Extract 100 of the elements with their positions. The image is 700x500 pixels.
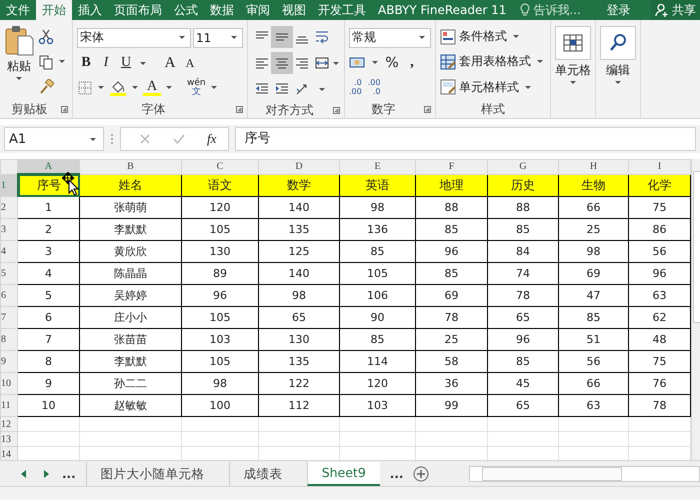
font-size-dropdown[interactable]: 11	[193, 28, 243, 48]
row-header[interactable]: 13	[0, 432, 18, 446]
tell-me-field[interactable]: 告诉我...	[520, 0, 600, 20]
column-header[interactable]: A	[18, 160, 80, 174]
cells-button[interactable]: 单元格	[555, 24, 591, 100]
ribbon-tab[interactable]: 视图	[276, 0, 312, 20]
ribbon-tab[interactable]: 开始	[36, 0, 72, 20]
row-header[interactable]: 5	[0, 262, 18, 284]
ribbon-tab[interactable]: 开发工具	[312, 0, 372, 20]
decrease-decimal-button[interactable]: .00 .0	[368, 78, 380, 96]
dialog-launcher-icon[interactable]	[61, 106, 68, 112]
ribbon-tab[interactable]: 数据	[204, 0, 240, 20]
row-header[interactable]: 3	[0, 218, 18, 240]
dialog-launcher-icon[interactable]	[424, 106, 431, 112]
caret-icon[interactable]	[513, 35, 519, 38]
ribbon-tab[interactable]: 页面布局	[108, 0, 168, 20]
more-sheets-button[interactable]: ...	[62, 466, 76, 480]
caret-icon[interactable]	[231, 36, 237, 39]
editing-button[interactable]: 编辑	[600, 24, 636, 100]
merge-cells-icon[interactable]	[314, 55, 330, 71]
column-header[interactable]: G	[488, 160, 558, 174]
cell-styles-button[interactable]: 单元格样式	[440, 78, 534, 96]
row-header[interactable]: 7	[0, 306, 18, 328]
column-header[interactable]: E	[340, 160, 416, 174]
format-as-table-button[interactable]: 套用表格格式	[440, 53, 546, 70]
add-sheet-icon[interactable]	[413, 466, 430, 482]
caret-icon[interactable]	[132, 86, 138, 89]
scissors-icon[interactable]	[38, 28, 54, 45]
more-sheets-button[interactable]: ...	[390, 466, 404, 480]
borders-icon[interactable]	[77, 80, 93, 96]
conditional-formatting-button[interactable]: 条件格式	[440, 28, 522, 46]
grip-icon	[110, 133, 114, 145]
row-header[interactable]: 4	[0, 240, 18, 262]
comma-button[interactable]: ,	[403, 54, 421, 71]
lightbulb-icon	[520, 3, 530, 17]
sign-in-link[interactable]: 登录	[600, 0, 636, 20]
phonetic-button[interactable]: wén 文	[187, 78, 206, 96]
caret-icon[interactable]	[179, 36, 185, 39]
number-format-dropdown[interactable]: 常规	[349, 28, 431, 48]
ribbon-tab[interactable]: 文件	[0, 0, 36, 20]
column-header[interactable]: C	[182, 160, 258, 174]
insert-function-button[interactable]: fx	[207, 131, 216, 147]
sheet-tab[interactable]: Sheet9	[306, 462, 380, 486]
column-header[interactable]: I	[628, 160, 690, 174]
horizontal-scrollbar[interactable]	[469, 466, 700, 482]
caret-icon[interactable]	[419, 36, 425, 40]
row-header[interactable]: 12	[0, 416, 18, 432]
caret-icon[interactable]	[16, 77, 22, 80]
caret-icon[interactable]	[59, 60, 65, 64]
row-header[interactable]: 14	[0, 446, 18, 460]
font-name-dropdown[interactable]: 宋体	[77, 28, 191, 48]
column-header[interactable]: B	[80, 160, 182, 174]
share-button[interactable]: 共享	[651, 0, 700, 20]
row-header[interactable]: 2	[0, 196, 18, 218]
check-icon[interactable]	[173, 133, 185, 145]
ribbon-tab[interactable]: ABBYY FineReader 11	[372, 0, 512, 20]
caret-icon[interactable]	[570, 81, 576, 84]
row-header[interactable]: 9	[0, 350, 18, 372]
align-center-icon[interactable]	[274, 55, 290, 71]
caret-icon[interactable]	[210, 86, 217, 89]
italic-button[interactable]: I	[97, 55, 115, 71]
middle-align-icon[interactable]	[274, 29, 290, 45]
dialog-launcher-icon[interactable]	[333, 107, 340, 114]
vertical-scrollbar[interactable]	[691, 159, 700, 460]
percent-button[interactable]: %	[383, 54, 401, 71]
caret-icon[interactable]	[333, 62, 339, 64]
fill-bucket-icon[interactable]	[109, 80, 127, 96]
caret-icon[interactable]	[525, 86, 531, 89]
bold-button[interactable]: B	[77, 55, 95, 71]
ribbon-tab[interactable]: 公式	[168, 0, 204, 20]
row-header[interactable]: 11	[0, 394, 18, 416]
column-header[interactable]: H	[558, 160, 628, 174]
row-header[interactable]: 1	[0, 174, 18, 196]
wrap-text-icon[interactable]	[314, 29, 330, 45]
caret-icon[interactable]	[372, 61, 378, 64]
paste-button[interactable]: 粘贴	[4, 24, 34, 100]
caret-icon[interactable]	[319, 88, 325, 90]
row-header[interactable]: 6	[0, 284, 18, 306]
column-header[interactable]: F	[416, 160, 488, 174]
increase-font-button[interactable]: A	[161, 54, 179, 72]
underline-button[interactable]: U	[117, 55, 135, 71]
formula-field[interactable]: 序号	[235, 127, 696, 151]
column-header[interactable]: D	[258, 160, 340, 174]
caret-icon[interactable]	[166, 86, 172, 89]
ribbon-tab[interactable]: 审阅	[240, 0, 276, 20]
name-box[interactable]: A1	[4, 127, 104, 151]
copy-icon[interactable]	[38, 54, 54, 70]
increase-decimal-button[interactable]: .0 .00	[349, 78, 362, 96]
row-header[interactable]: 10	[0, 372, 18, 394]
decrease-font-button[interactable]: A	[181, 56, 199, 70]
caret-icon[interactable]	[615, 81, 621, 84]
caret-icon[interactable]	[98, 86, 104, 89]
ribbon-tab[interactable]: 插入	[72, 0, 108, 20]
row-header[interactable]: 8	[0, 328, 18, 350]
caret-icon[interactable]	[537, 60, 543, 64]
caret-icon[interactable]	[140, 62, 146, 64]
font-color-button[interactable]: A	[143, 80, 161, 96]
dialog-launcher-icon[interactable]	[236, 106, 243, 112]
format-painter-icon[interactable]	[38, 79, 54, 96]
caret-icon[interactable]	[90, 138, 96, 140]
